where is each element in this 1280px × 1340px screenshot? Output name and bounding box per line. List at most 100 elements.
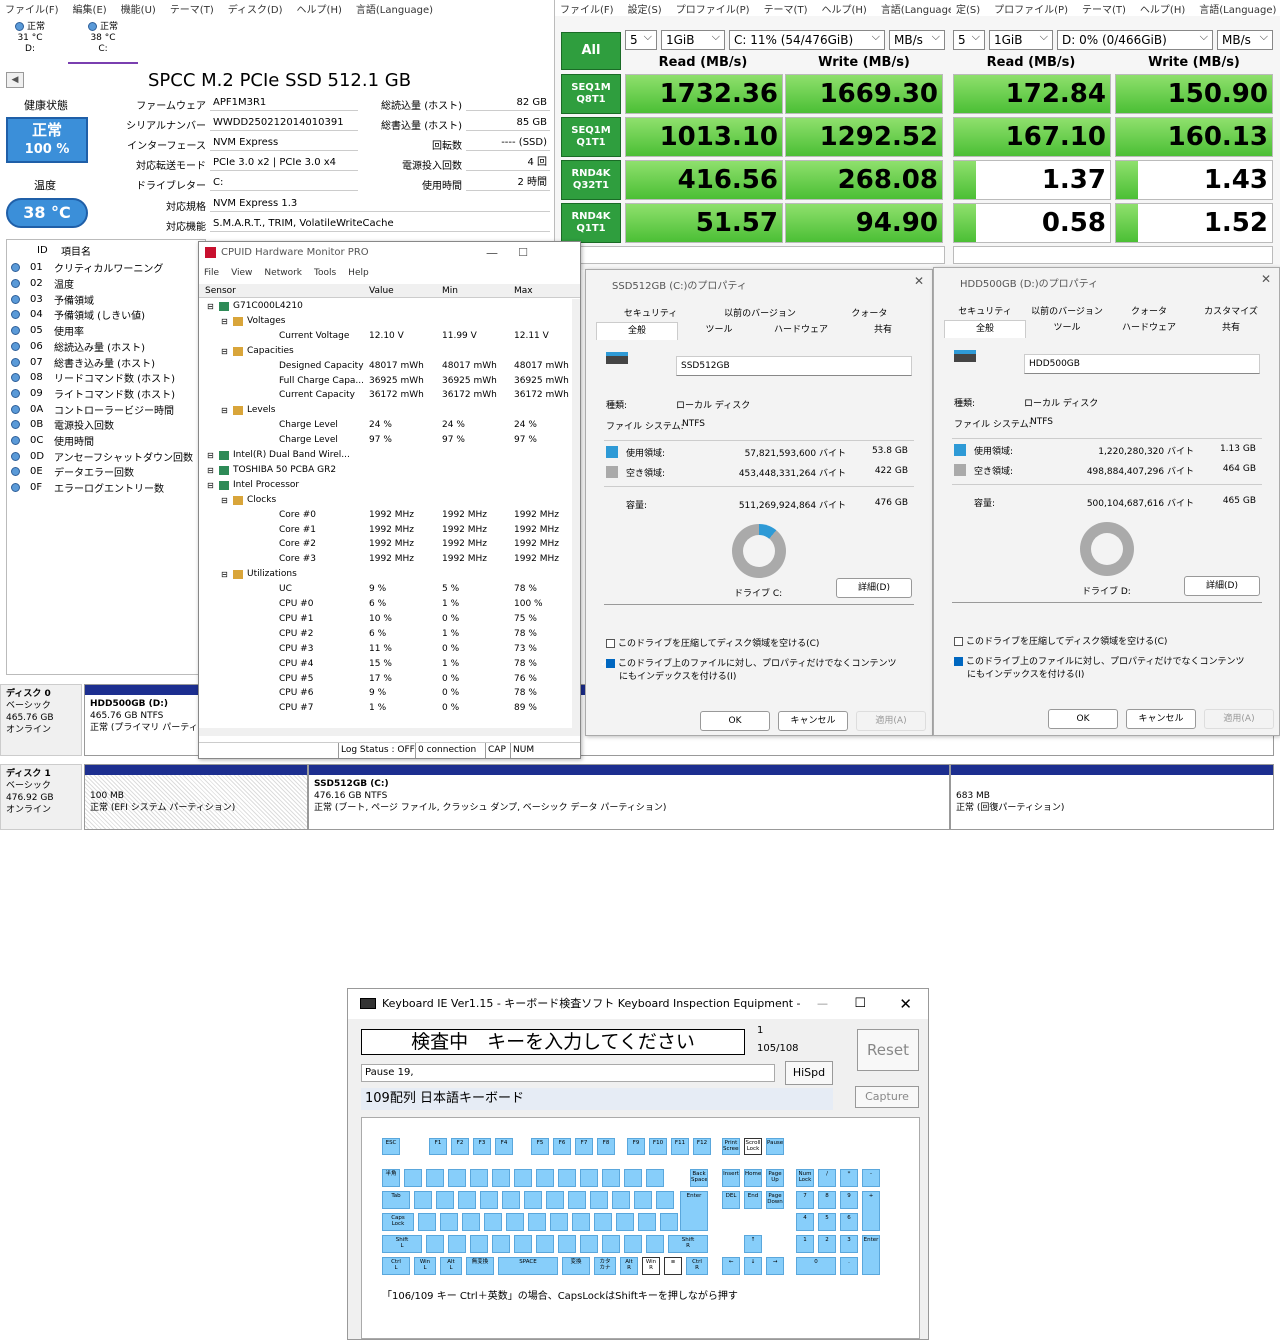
- attr-row[interactable]: 09 ライトコマンド数 (ホスト): [11, 386, 175, 402]
- attr-row[interactable]: 03 予備領域: [11, 291, 94, 307]
- menu-item[interactable]: 機能(U): [121, 1, 156, 16]
- attr-row[interactable]: 05 使用率: [11, 323, 84, 339]
- close-icon[interactable]: ✕: [1261, 272, 1271, 286]
- col-sensor[interactable]: Sensor: [205, 284, 236, 298]
- unit-select[interactable]: MB/s: [1217, 30, 1273, 50]
- tab[interactable]: ハードウェア: [1108, 320, 1190, 333]
- size-select[interactable]: 1GiB: [989, 30, 1053, 50]
- expand-icon[interactable]: ⊟: [221, 344, 228, 359]
- sensor-row[interactable]: CPU #4 15 % 1 % 78 %: [199, 657, 572, 672]
- expand-icon[interactable]: ⊟: [207, 478, 214, 493]
- minimize-icon[interactable]: —: [486, 242, 498, 264]
- menu-item[interactable]: 言語(Language): [881, 1, 951, 16]
- index-checkbox[interactable]: ✓ このドライブ上のファイルに対し、プロパティだけでなくコンテンツにもインデックス…: [601, 656, 902, 682]
- test-button[interactable]: RND4K Q32T1: [561, 160, 621, 200]
- sensor-row[interactable]: ⊟ G71C000L4210: [199, 299, 572, 314]
- partition-c[interactable]: SSD512GB (C:) 476.16 GB NTFS 正常 (ブート, ペー…: [308, 764, 950, 830]
- expand-icon[interactable]: ⊟: [221, 567, 228, 582]
- ok-button[interactable]: OK: [700, 711, 770, 731]
- sensor-row[interactable]: Charge Level 97 % 97 % 97 %: [199, 433, 572, 448]
- menu-item[interactable]: テーマ(T): [170, 1, 214, 16]
- hispd-button[interactable]: HiSpd: [785, 1061, 833, 1085]
- menu-item[interactable]: 言語(Language): [356, 1, 433, 16]
- tab[interactable]: 共有: [1190, 320, 1272, 333]
- tab[interactable]: ハードウェア: [760, 322, 842, 335]
- cancel-button[interactable]: キャンセル: [1126, 709, 1196, 729]
- menu-item[interactable]: View: [231, 268, 252, 278]
- tab[interactable]: 全般: [944, 320, 1026, 338]
- menu-item[interactable]: ヘルプ(H): [821, 1, 866, 16]
- attr-row[interactable]: 0E データエラー回数: [11, 464, 134, 480]
- tab[interactable]: クォータ: [1108, 304, 1190, 317]
- drive-select[interactable]: C: 11% (54/476GiB): [729, 30, 885, 50]
- sensor-row[interactable]: CPU #5 17 % 0 % 76 %: [199, 672, 572, 687]
- attr-row[interactable]: 0B 電源投入回数: [11, 417, 114, 433]
- attr-row[interactable]: 0C 使用時間: [11, 433, 94, 449]
- tab[interactable]: 以前のバージョン: [705, 306, 814, 319]
- sensor-row[interactable]: Core #0 1992 MHz 1992 MHz 1992 MHz: [199, 508, 572, 523]
- expand-icon[interactable]: ⊟: [207, 463, 214, 478]
- close-icon[interactable]: ✕: [914, 274, 924, 288]
- col-max[interactable]: Max: [514, 284, 533, 298]
- count-select[interactable]: 5: [953, 30, 985, 50]
- sensor-row[interactable]: ⊟ Voltages: [199, 314, 572, 329]
- sensor-row[interactable]: Full Charge Capa... 36925 mWh 36925 mWh 369…: [199, 374, 572, 389]
- expand-icon[interactable]: ⊟: [221, 314, 228, 329]
- disk0-label[interactable]: ディスク 0 ベーシック 465.76 GB オンライン: [0, 684, 82, 756]
- menu-item[interactable]: Network: [264, 268, 302, 278]
- expand-icon[interactable]: ⊟: [207, 299, 214, 314]
- cancel-button[interactable]: キャンセル: [778, 711, 848, 731]
- sensor-row[interactable]: CPU #3 11 % 0 % 73 %: [199, 642, 572, 657]
- attr-row[interactable]: 01 クリティカルワーニング: [11, 260, 163, 276]
- sensor-row[interactable]: Core #2 1992 MHz 1992 MHz 1992 MHz: [199, 537, 572, 552]
- tab[interactable]: 全般: [596, 322, 678, 340]
- menu-item[interactable]: プロファイル(P): [994, 1, 1068, 16]
- sensor-row[interactable]: Core #1 1992 MHz 1992 MHz 1992 MHz: [199, 523, 572, 538]
- prev-drive-button[interactable]: ◀: [6, 72, 24, 88]
- tab[interactable]: カスタマイズ: [1190, 304, 1272, 317]
- smart-attribute-list[interactable]: ID 項目名 01 クリティカルワーニング 02 温度 03 予備領域 04 予備領域 (しきい…: [6, 239, 206, 675]
- expand-icon[interactable]: ⊟: [207, 448, 214, 463]
- drive-tab-c[interactable]: 正常 38 °C C:: [68, 22, 138, 64]
- detail-button[interactable]: 詳細(D): [836, 578, 912, 598]
- comment-field[interactable]: [561, 246, 945, 264]
- sensor-row[interactable]: ⊟ Intel(R) Dual Band Wirel...: [199, 448, 572, 463]
- partition-recovery[interactable]: 683 MB 正常 (回復パーティション): [950, 764, 1274, 830]
- tab[interactable]: クォータ: [815, 306, 924, 319]
- sensor-row[interactable]: ⊟ Clocks: [199, 493, 572, 508]
- col-value[interactable]: Value: [369, 284, 394, 298]
- compress-checkbox[interactable]: このドライブを圧縮してディスク領域を空ける(C): [606, 636, 916, 649]
- maximize-icon[interactable]: ☐: [854, 989, 866, 1019]
- attr-row[interactable]: 07 総書き込み量 (ホスト): [11, 354, 155, 370]
- tab[interactable]: ツール: [1026, 320, 1108, 333]
- menu-item[interactable]: テーマ(T): [764, 1, 808, 16]
- menu-item[interactable]: Tools: [314, 268, 336, 278]
- minimize-icon[interactable]: —: [817, 989, 828, 1019]
- menu-item[interactable]: 設定(S): [628, 1, 662, 16]
- test-button[interactable]: RND4K Q1T1: [561, 203, 621, 243]
- attr-row[interactable]: 08 リードコマンド数 (ホスト): [11, 370, 175, 386]
- maximize-icon[interactable]: ☐: [518, 242, 528, 264]
- sensor-row[interactable]: Current Voltage 12.10 V 11.99 V 12.11 V: [199, 329, 572, 344]
- sensor-row[interactable]: CPU #6 9 % 0 % 78 %: [199, 686, 572, 701]
- menu-item[interactable]: ディスク(D): [228, 1, 283, 16]
- attr-row[interactable]: 0D アンセーフシャットダウン回数: [11, 448, 193, 464]
- tab[interactable]: 以前のバージョン: [1026, 304, 1108, 317]
- size-select[interactable]: 1GiB: [661, 30, 725, 50]
- sensor-row[interactable]: Core #3 1992 MHz 1992 MHz 1992 MHz: [199, 552, 572, 567]
- sensor-row[interactable]: ⊟ Levels: [199, 403, 572, 418]
- menu-item[interactable]: 定(S): [956, 1, 980, 16]
- expand-icon[interactable]: ⊟: [221, 403, 228, 418]
- sensor-row[interactable]: CPU #1 10 % 0 % 75 %: [199, 612, 572, 627]
- detail-button[interactable]: 詳細(D): [1184, 576, 1260, 596]
- attr-row[interactable]: 0F エラーログエントリー数: [11, 480, 164, 496]
- apply-button[interactable]: 適用(A): [856, 711, 926, 731]
- disk1-label[interactable]: ディスク 1 ベーシック 476.92 GB オンライン: [0, 764, 82, 830]
- menu-item[interactable]: 言語(Language): [1199, 1, 1276, 16]
- key-log-field[interactable]: Pause 19,: [361, 1064, 775, 1082]
- sensor-row[interactable]: ⊟ Intel Processor: [199, 478, 572, 493]
- menu-item[interactable]: プロファイル(P): [676, 1, 750, 16]
- tab[interactable]: セキュリティ: [944, 304, 1026, 317]
- vertical-scrollbar[interactable]: [572, 299, 580, 729]
- partition-efi[interactable]: 100 MB 正常 (EFI システム パーティション): [84, 764, 308, 830]
